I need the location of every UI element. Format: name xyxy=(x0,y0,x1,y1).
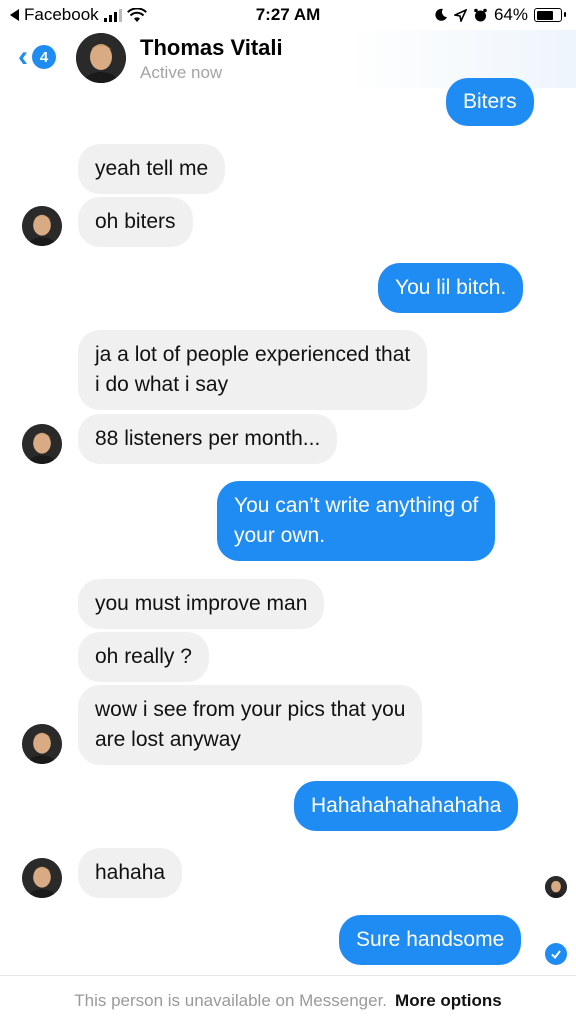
message-outgoing[interactable]: Sure handsome xyxy=(339,915,522,965)
read-receipt-avatar xyxy=(545,876,567,898)
status-bar: Facebook 7:27 AM 64% xyxy=(0,0,576,30)
message-line: are lost anyway xyxy=(95,728,241,751)
contact-avatar-small[interactable] xyxy=(22,206,62,246)
chevron-left-icon: ‹ xyxy=(18,40,28,73)
back-button[interactable]: ‹ 4 xyxy=(18,42,56,72)
moon-icon xyxy=(435,8,447,21)
message-incoming[interactable]: oh biters xyxy=(78,197,193,247)
active-status: Active now xyxy=(140,63,223,82)
message-line: i do what i say xyxy=(95,373,229,396)
message-outgoing[interactable]: Hahahahahahahaha xyxy=(294,781,519,831)
contact-avatar-small[interactable] xyxy=(22,858,62,898)
contact-avatar-small[interactable] xyxy=(22,424,62,464)
message-incoming[interactable]: yeah tell me xyxy=(78,144,226,194)
more-options-link[interactable]: More options xyxy=(395,991,502,1011)
message-outgoing[interactable]: You lil bitch. xyxy=(378,263,524,313)
message-line: wow i see from your pics that you xyxy=(95,698,406,721)
location-icon xyxy=(453,8,467,22)
contact-avatar-small[interactable] xyxy=(22,724,62,764)
message-incoming[interactable]: oh really ? xyxy=(78,632,209,682)
contact-name[interactable]: Thomas Vitali xyxy=(140,35,283,61)
alarm-icon xyxy=(474,8,487,21)
unread-badge: 4 xyxy=(32,45,56,69)
message-line: your own. xyxy=(234,524,326,547)
message-incoming[interactable]: wow i see from your pics that you are lo… xyxy=(78,685,423,765)
message-incoming[interactable]: you must improve man xyxy=(78,579,325,629)
unavailable-footer: This person is unavailable on Messenger.… xyxy=(0,975,576,1025)
contact-avatar[interactable] xyxy=(76,33,126,83)
unavailable-notice: This person is unavailable on Messenger. xyxy=(74,990,388,1010)
message-outgoing[interactable]: You can’t write anything of your own. xyxy=(217,481,496,561)
message-outgoing[interactable]: Biters xyxy=(446,78,534,126)
delivered-check-icon xyxy=(545,943,567,965)
battery-icon xyxy=(534,8,566,22)
message-line: ja a lot of people experienced that xyxy=(95,343,411,366)
message-incoming[interactable]: hahaha xyxy=(78,848,183,898)
message-line: You can’t write anything of xyxy=(234,494,479,517)
message-incoming[interactable]: ja a lot of people experienced that i do… xyxy=(78,330,428,410)
message-incoming[interactable]: 88 listeners per month... xyxy=(78,414,338,464)
battery-percent: 64% xyxy=(493,5,528,24)
